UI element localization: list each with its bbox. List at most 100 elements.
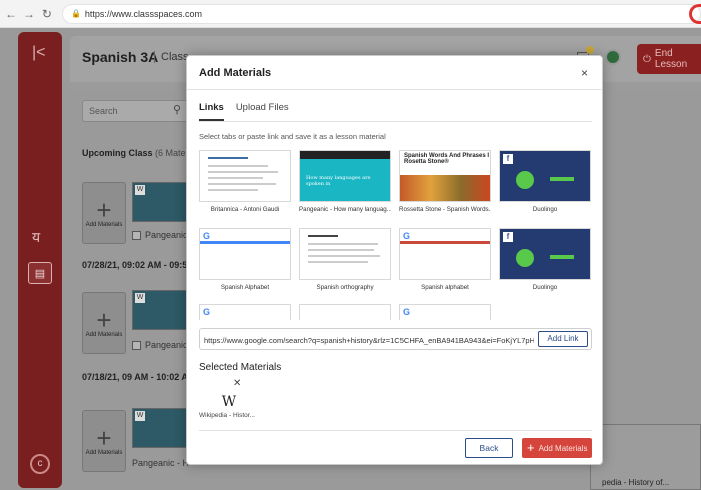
collapse-icon[interactable]: |< [32, 44, 46, 62]
logo-icon: य [32, 229, 41, 245]
tab-tile[interactable]: Spanish Words And Phrases I Rosetta Ston… [399, 150, 491, 217]
tile-caption: Spanish orthography [316, 284, 374, 291]
selected-materials-title: Selected Materials [199, 362, 282, 373]
tile-preview [299, 304, 391, 320]
google-icon: G [203, 307, 211, 317]
tile-preview: G [399, 304, 491, 320]
tab-tile-partial[interactable]: G [399, 304, 491, 320]
tab-tile[interactable]: G Spanish Alphabet [199, 228, 291, 295]
checkbox-box[interactable] [132, 340, 141, 350]
reload-icon[interactable]: ↻ [40, 7, 54, 21]
material-thumbnail[interactable]: W [132, 290, 192, 330]
add-materials-button[interactable]: + Add Materials [522, 438, 592, 458]
tab-tile[interactable]: f Duolingo [499, 228, 591, 295]
close-icon[interactable]: × [581, 66, 588, 80]
add-materials-card-label: Add Materials [85, 450, 123, 456]
facebook-icon: f [503, 232, 513, 242]
material-checkbox[interactable]: Pangeanic - [132, 340, 193, 350]
material-checkbox[interactable]: Pangeanic [132, 230, 188, 240]
end-lesson-label: End Lesson [654, 48, 688, 70]
tile-preview [299, 228, 391, 280]
lock-icon: 🔒 [70, 9, 81, 18]
instruction-text: Select tabs or paste link and save it as… [199, 132, 386, 141]
tab-tile[interactable]: How many languages are spoken in Pangean… [299, 150, 391, 217]
remove-icon[interactable]: ✕ [233, 378, 241, 389]
profile-icon[interactable] [605, 49, 621, 65]
avatar[interactable]: c [30, 454, 50, 474]
footer-divider [199, 430, 592, 431]
selected-material-caption: Wikipedia - Histor... [199, 412, 255, 419]
material-label: Pangeanic [145, 230, 188, 240]
facebook-icon: f [503, 154, 513, 164]
power-icon: ⏻ [643, 53, 651, 65]
link-input-row: Add Link [199, 328, 592, 350]
tabs-divider [199, 121, 592, 122]
checkbox-box[interactable] [132, 230, 141, 240]
tab-thumbnail-grid: Britannica - Antoni Gaudi How many langu… [199, 150, 591, 320]
browser-toolbar: ← → ↻ 🔒 https://www.classspaces.com [0, 0, 701, 28]
modal-tabs: Links Upload Files [199, 102, 301, 121]
google-icon: G [403, 231, 411, 241]
tile-preview: Spanish Words And Phrases I Rosetta Ston… [399, 150, 491, 202]
tile-caption: Rossetta Stone - Spanish Words... [399, 206, 491, 213]
globe-icon [516, 171, 534, 189]
material-label-row[interactable]: Pangeanic - H [132, 458, 189, 468]
add-materials-card[interactable]: + Add Materials [82, 292, 126, 354]
end-lesson-button[interactable]: ⏻ End Lesson [637, 44, 701, 74]
tile-caption: Spanish Alphabet [220, 284, 270, 291]
tile-preview: G [399, 228, 491, 280]
wikipedia-icon: W [217, 390, 241, 414]
plus-icon: + [527, 440, 535, 455]
plus-icon: + [96, 195, 112, 225]
globe-icon [516, 249, 534, 267]
add-materials-card[interactable]: + Add Materials [82, 182, 126, 244]
tile-preview: G [199, 228, 291, 280]
modal-header: Add Materials × [187, 56, 602, 90]
google-icon: G [403, 307, 411, 317]
class-subtitle: Class [154, 51, 189, 63]
tile-preview [199, 150, 291, 202]
back-button[interactable]: Back [465, 438, 513, 458]
back-arrow-icon[interactable]: ← [4, 7, 18, 21]
modal-title: Add Materials [199, 67, 272, 79]
tab-tile[interactable]: f Duolingo [499, 150, 591, 217]
tab-tile-partial[interactable] [299, 304, 391, 320]
add-materials-card[interactable]: + Add Materials [82, 410, 126, 472]
tab-tile[interactable]: G Spanish alphabet [399, 228, 491, 295]
tile-caption: Duolingo [532, 284, 558, 291]
class-title: Spanish 3A [82, 49, 159, 65]
address-bar[interactable]: 🔒 https://www.classspaces.com [61, 3, 701, 24]
search-icon[interactable]: ⚲ [173, 103, 181, 116]
tile-preview-text: Spanish Words And Phrases I Rosetta Ston… [404, 153, 490, 165]
materials-nav-icon[interactable]: ▤ [28, 262, 52, 284]
tab-tile[interactable]: Spanish orthography [299, 228, 391, 295]
tile-preview: f [499, 150, 591, 202]
notification-badge [586, 46, 594, 54]
tile-caption: Pangeanic - How many languag... [299, 206, 391, 213]
tile-preview: G [199, 304, 291, 320]
tab-upload-files[interactable]: Upload Files [236, 102, 289, 121]
link-input[interactable] [204, 333, 534, 347]
wikipedia-icon: W [135, 411, 145, 421]
section-title-text: Upcoming Class [82, 148, 153, 158]
tile-preview-text: How many languages are spoken in [306, 175, 371, 187]
tile-preview: How many languages are spoken in [299, 150, 391, 202]
section-title-text: 07/18/21, 09 AM - 10:02 AM [82, 372, 196, 382]
tile-preview: f [499, 228, 591, 280]
material-thumbnail[interactable]: W [132, 408, 192, 448]
tab-links[interactable]: Links [199, 102, 224, 121]
sidebar: |< य ▤ c [18, 32, 62, 488]
material-thumbnail[interactable]: W [132, 182, 192, 222]
wikipedia-icon: W [135, 185, 145, 195]
add-materials-modal: Add Materials × Links Upload Files Selec… [186, 55, 603, 465]
tab-tile-partial[interactable]: G [199, 304, 291, 320]
tile-caption: Spanish alphabet [421, 284, 469, 291]
tile-caption: Britannica - Antoni Gaudi [210, 206, 280, 213]
tile-caption: Duolingo [532, 206, 558, 213]
material-label-right: pedia - History of... [602, 478, 670, 487]
add-materials-card-label: Add Materials [85, 222, 123, 228]
forward-arrow-icon[interactable]: → [22, 7, 36, 21]
add-materials-card-label: Add Materials [85, 332, 123, 338]
add-link-button[interactable]: Add Link [538, 331, 588, 347]
tab-tile[interactable]: Britannica - Antoni Gaudi [199, 150, 291, 217]
